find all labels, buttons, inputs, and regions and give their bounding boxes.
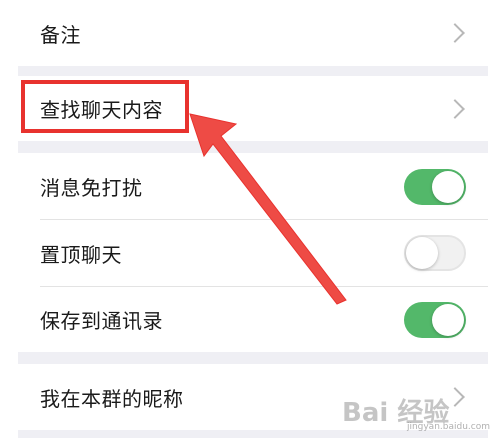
section-gap [18, 352, 488, 364]
left-edge [0, 0, 18, 438]
save-to-contacts-toggle[interactable] [404, 301, 466, 338]
remark-label: 备注 [40, 22, 81, 47]
highlight-box [21, 80, 189, 133]
pin-chat-row: 置顶聊天 [18, 220, 488, 286]
pin-chat-toggle[interactable] [404, 235, 466, 271]
mute-notifications-label: 消息免打扰 [40, 176, 143, 200]
chat-settings-panel: 备注 查找聊天内容 消息免打扰 置顶聊天 保存到通讯录 我在本群的昵称 [18, 0, 488, 438]
chevron-right-icon [445, 23, 465, 43]
mute-notifications-toggle[interactable] [404, 168, 466, 205]
toggle-knob [432, 170, 464, 203]
mute-notifications-row: 消息免打扰 [18, 153, 488, 220]
remark-row[interactable]: 备注 [18, 0, 488, 66]
baidu-watermark: Bai 经验 jingyan.baidu.com [340, 392, 490, 432]
group-nickname-label: 我在本群的昵称 [40, 386, 184, 411]
section-gap [18, 66, 488, 76]
section-gap [18, 141, 488, 153]
chevron-right-icon [445, 98, 465, 119]
toggle-knob [406, 237, 438, 269]
save-to-contacts-label: 保存到通讯录 [40, 309, 163, 333]
pin-chat-label: 置顶聊天 [40, 242, 122, 267]
watermark-url: jingyan.baidu.com [406, 422, 490, 432]
save-to-contacts-row: 保存到通讯录 [18, 287, 488, 352]
toggle-knob [432, 303, 464, 336]
